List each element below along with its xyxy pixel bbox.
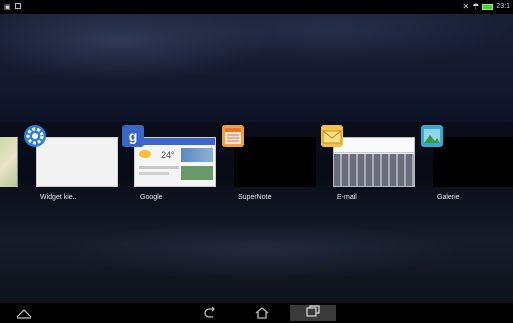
envelope-icon xyxy=(321,125,343,147)
recent-app-label: Google xyxy=(140,194,163,201)
recents-icon xyxy=(306,304,320,322)
notification-icon[interactable]: ▣ xyxy=(4,3,11,11)
status-bar: ▣ ✕ ☂ 23:1 xyxy=(0,0,513,14)
recent-app-supernote[interactable] xyxy=(234,137,316,187)
weather-temperature: 24° xyxy=(161,150,175,160)
notebook-icon xyxy=(222,125,244,147)
recent-app-widget[interactable] xyxy=(36,137,118,187)
recent-app-label: E-mail xyxy=(337,194,357,201)
battery-icon xyxy=(482,3,494,10)
home-icon[interactable] xyxy=(252,305,272,321)
recent-app-google[interactable]: 24° xyxy=(134,137,216,187)
google-icon: g xyxy=(122,125,144,147)
recent-app-label: Galerie xyxy=(437,194,460,201)
back-icon[interactable] xyxy=(200,305,220,321)
recents-button[interactable] xyxy=(290,305,336,321)
clock: 23:1 xyxy=(496,3,510,10)
screenshot-icon[interactable] xyxy=(14,3,21,11)
keyboard-preview xyxy=(334,154,414,186)
recent-app-label: SuperNote xyxy=(238,194,272,201)
recent-app-label: Widget kie.. xyxy=(40,194,77,201)
menu-icon[interactable] xyxy=(14,305,34,321)
mute-icon: ✕ xyxy=(462,2,470,11)
gear-icon xyxy=(24,125,46,147)
wifi-icon: ☂ xyxy=(472,2,480,11)
recent-app-gallery[interactable] xyxy=(433,137,513,187)
recent-app-email[interactable] xyxy=(333,137,415,187)
partial-map-thumbnail[interactable] xyxy=(0,137,18,187)
picture-icon xyxy=(421,125,443,147)
